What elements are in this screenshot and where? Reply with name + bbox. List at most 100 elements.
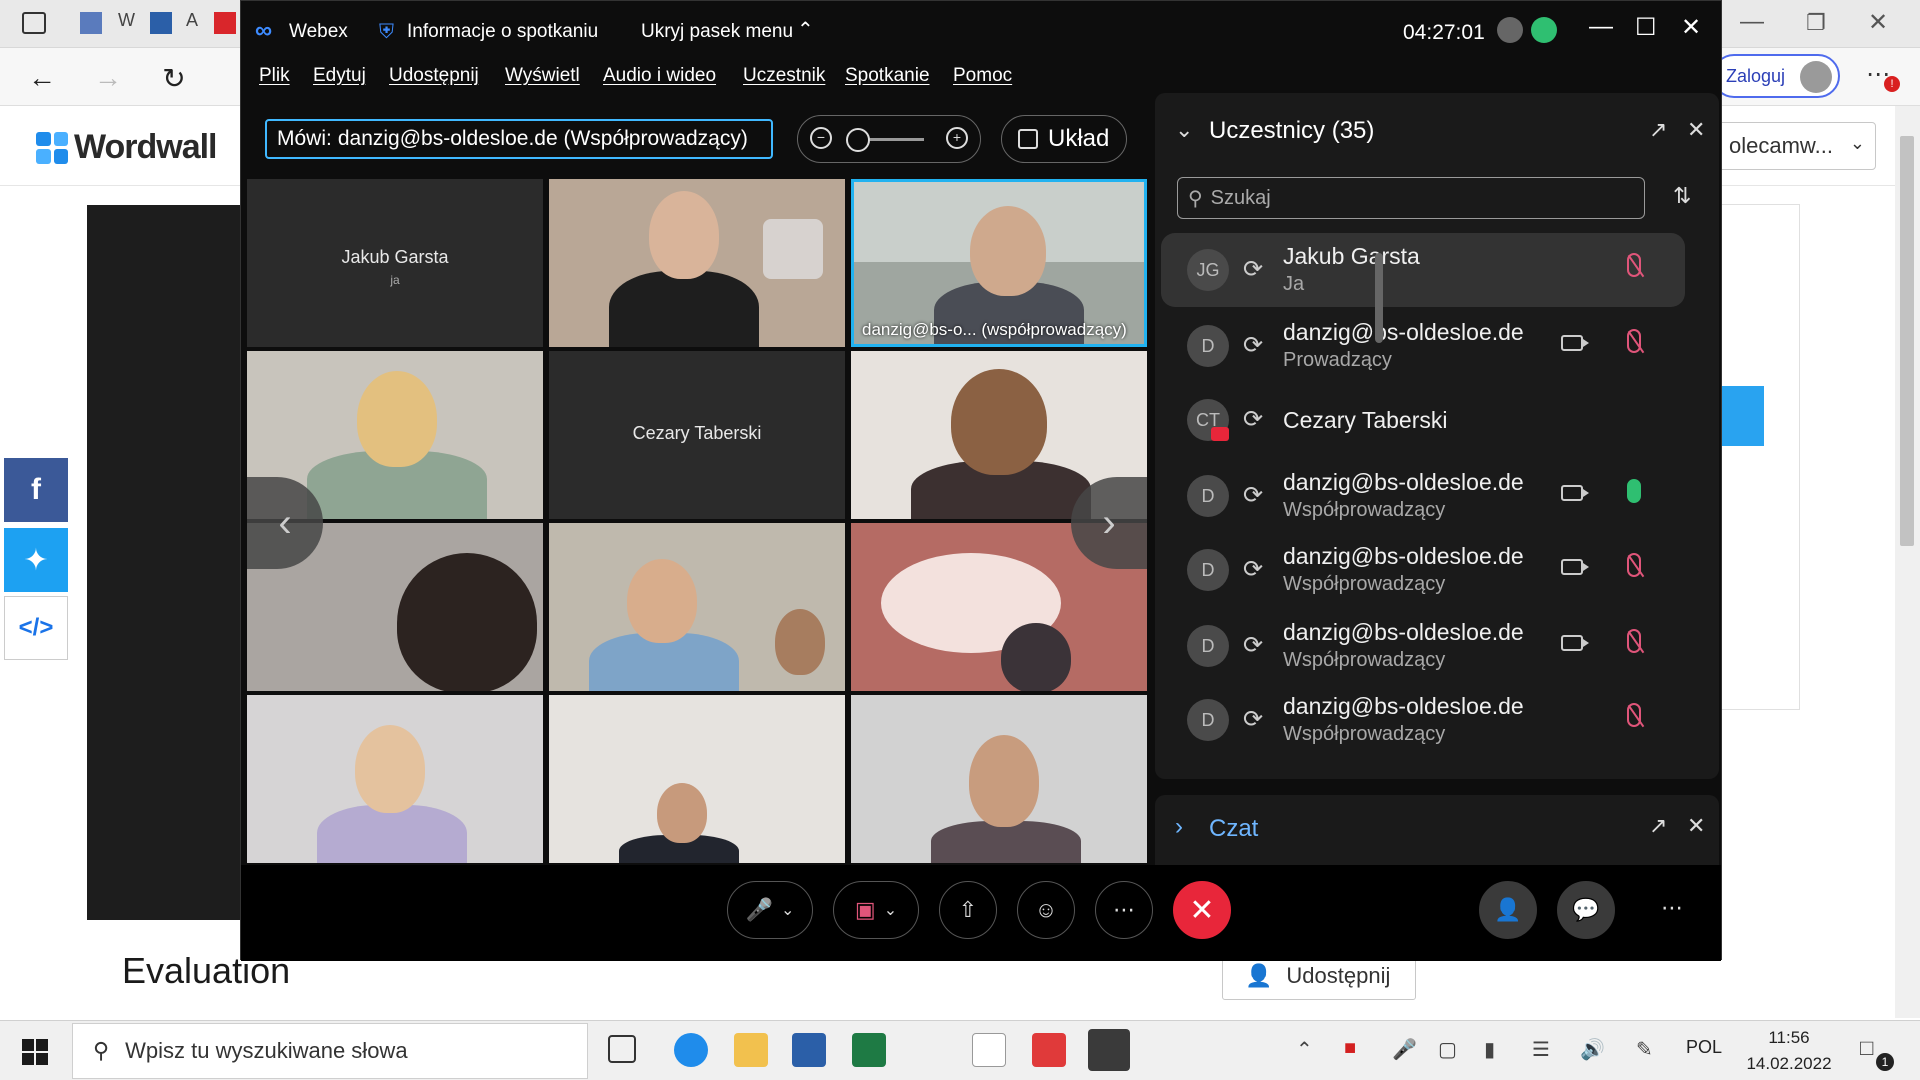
pen-icon[interactable]: ✎	[1636, 1037, 1653, 1062]
video-tile[interactable]: Cezary Taberski	[549, 351, 845, 519]
mic-muted-icon[interactable]	[1627, 329, 1641, 353]
video-tile-active[interactable]: danzig@bs-o... (współprowadzący)	[851, 179, 1147, 347]
embed-icon[interactable]: </>	[4, 596, 68, 660]
mic-muted-icon[interactable]	[1627, 253, 1641, 277]
participant-row[interactable]: D ⟳ danzig@bs-oldesloe.de Współprowadząc…	[1161, 459, 1685, 533]
file-explorer-icon[interactable]	[734, 1033, 768, 1067]
hide-menu-toggle[interactable]: Ukryj pasek menu	[641, 21, 793, 43]
twitter-share-icon[interactable]: ✦	[4, 528, 68, 592]
refresh-icon[interactable]: ↻	[152, 56, 196, 100]
participant-search-input[interactable]: ⚲ Szukaj	[1177, 177, 1645, 219]
participant-row[interactable]: D ⟳ danzig@bs-oldesloe.de Współprowadząc…	[1161, 609, 1685, 683]
excel-icon[interactable]	[852, 1033, 886, 1067]
network-stats-icon[interactable]	[1531, 17, 1557, 43]
key-icon[interactable]	[1497, 17, 1523, 43]
wordwall-logo[interactable]: Wordwall	[36, 128, 217, 167]
menu-item[interactable]: Edytuj	[313, 65, 366, 87]
task-view-icon[interactable]	[608, 1035, 636, 1063]
menu-item[interactable]: Pomoc	[953, 65, 1012, 87]
participant-row[interactable]: CT ⟳ Cezary Taberski	[1161, 383, 1685, 457]
participant-row[interactable]: D ⟳ danzig@bs-oldesloe.de Prowadzący	[1161, 309, 1685, 383]
tab-favicon-icon[interactable]	[80, 12, 102, 34]
edge-icon[interactable]	[674, 1033, 708, 1067]
video-tile[interactable]: Jakub Garsta ja	[247, 179, 543, 347]
video-tile[interactable]	[549, 179, 845, 347]
more-icon[interactable]: ⋯	[1661, 895, 1683, 921]
reactions-button[interactable]: ☺	[1017, 881, 1075, 939]
display-icon[interactable]: ▢	[1438, 1037, 1457, 1062]
system-clock[interactable]: 11:56 14.02.2022	[1734, 1025, 1844, 1077]
microphone-icon[interactable]: 🎤	[1392, 1037, 1417, 1062]
word-icon[interactable]	[792, 1033, 826, 1067]
play-button[interactable]	[1722, 386, 1764, 446]
meeting-info-link[interactable]: Informacje o spotkaniu	[407, 21, 598, 43]
notepad-icon[interactable]	[972, 1033, 1006, 1067]
video-tile[interactable]	[851, 695, 1147, 863]
menu-item[interactable]: Spotkanie	[845, 65, 930, 87]
menu-item[interactable]: Udostępnij	[389, 65, 479, 87]
minimize-icon[interactable]: —	[1589, 13, 1613, 41]
tab-label[interactable]: W	[118, 10, 135, 31]
windows-start-icon[interactable]	[22, 1039, 48, 1065]
mic-muted-icon[interactable]	[1627, 553, 1641, 577]
page-scrollbar[interactable]	[1895, 106, 1920, 1018]
menu-item[interactable]: Audio i wideo	[603, 65, 716, 87]
tab-label[interactable]: A	[186, 10, 198, 31]
participant-row[interactable]: JG ⟳ Jakub Garsta Ja	[1161, 233, 1685, 307]
zoom-in-icon[interactable]: +	[946, 127, 968, 149]
acrobat-tray-icon[interactable]: ■	[1344, 1037, 1356, 1060]
stop-video-button[interactable]: ▣ ⌄	[833, 881, 919, 939]
notifications-icon[interactable]: □	[1860, 1035, 1873, 1061]
zoom-out-icon[interactable]: −	[810, 127, 832, 149]
share-content-button[interactable]: ⇧	[939, 881, 997, 939]
recommend-dropdown[interactable]: olecamw... ⌄	[1718, 122, 1876, 170]
chevron-down-icon[interactable]: ⌄	[1175, 117, 1193, 143]
menu-item[interactable]: Wyświetl	[505, 65, 580, 87]
video-tile[interactable]	[549, 695, 845, 863]
leave-meeting-button[interactable]: ✕	[1173, 881, 1231, 939]
sort-icon[interactable]: ⇅	[1673, 183, 1691, 209]
chevron-up-icon[interactable]: ⌃	[797, 17, 814, 42]
mic-muted-icon[interactable]	[1627, 703, 1641, 727]
menu-item[interactable]: Plik	[259, 65, 290, 87]
participants-button[interactable]: 👤	[1479, 881, 1537, 939]
chat-title[interactable]: Czat	[1209, 815, 1258, 843]
signin-button[interactable]: Zaloguj	[1712, 54, 1840, 98]
maximize-icon[interactable]: ❐	[1806, 10, 1826, 36]
chevron-up-icon[interactable]: ⌃	[1296, 1037, 1313, 1062]
back-icon[interactable]: ←	[20, 56, 64, 100]
volume-icon[interactable]: 🔊	[1580, 1037, 1605, 1062]
more-options-button[interactable]: ⋯	[1095, 881, 1153, 939]
chevron-right-icon[interactable]: ›	[1175, 813, 1183, 841]
participants-scrollbar[interactable]	[1373, 233, 1385, 753]
maximize-icon[interactable]: ☐	[1635, 13, 1657, 42]
tab-favicon-icon[interactable]	[214, 12, 236, 34]
video-tile[interactable]	[247, 695, 543, 863]
close-icon[interactable]: ✕	[1687, 813, 1705, 839]
pdf-reader-icon[interactable]	[1032, 1033, 1066, 1067]
tab-actions-icon[interactable]	[22, 12, 46, 34]
forward-icon[interactable]: →	[86, 56, 130, 100]
battery-icon[interactable]: ▮	[1484, 1037, 1495, 1062]
participant-row[interactable]: D ⟳ danzig@bs-oldesloe.de Współprowadząc…	[1161, 533, 1685, 607]
webex-taskbar-icon[interactable]	[1088, 1029, 1130, 1071]
close-icon[interactable]: ✕	[1687, 117, 1705, 143]
pop-out-icon[interactable]: ↗	[1649, 813, 1667, 839]
close-icon[interactable]: ✕	[1681, 13, 1701, 42]
zoom-slider[interactable]	[846, 128, 870, 152]
mute-button[interactable]: 🎤 ⌄	[727, 881, 813, 939]
chat-button[interactable]: 💬	[1557, 881, 1615, 939]
layout-button[interactable]: Układ	[1001, 115, 1127, 163]
wifi-icon[interactable]: ☰	[1532, 1037, 1550, 1062]
mic-active-icon[interactable]	[1627, 479, 1641, 503]
video-tile[interactable]	[549, 523, 845, 691]
menu-item[interactable]: Uczestnik	[743, 65, 825, 87]
taskbar-search-input[interactable]: ⚲ Wpisz tu wyszukiwane słowa	[72, 1023, 588, 1079]
tab-favicon-icon[interactable]	[150, 12, 172, 34]
facebook-share-icon[interactable]: f	[4, 458, 68, 522]
pop-out-icon[interactable]: ↗	[1649, 117, 1667, 143]
participant-row[interactable]: D ⟳ danzig@bs-oldesloe.de Współprowadząc…	[1161, 683, 1685, 757]
close-icon[interactable]: ✕	[1868, 8, 1888, 37]
language-indicator[interactable]: POL	[1686, 1037, 1722, 1058]
mic-muted-icon[interactable]	[1627, 629, 1641, 653]
